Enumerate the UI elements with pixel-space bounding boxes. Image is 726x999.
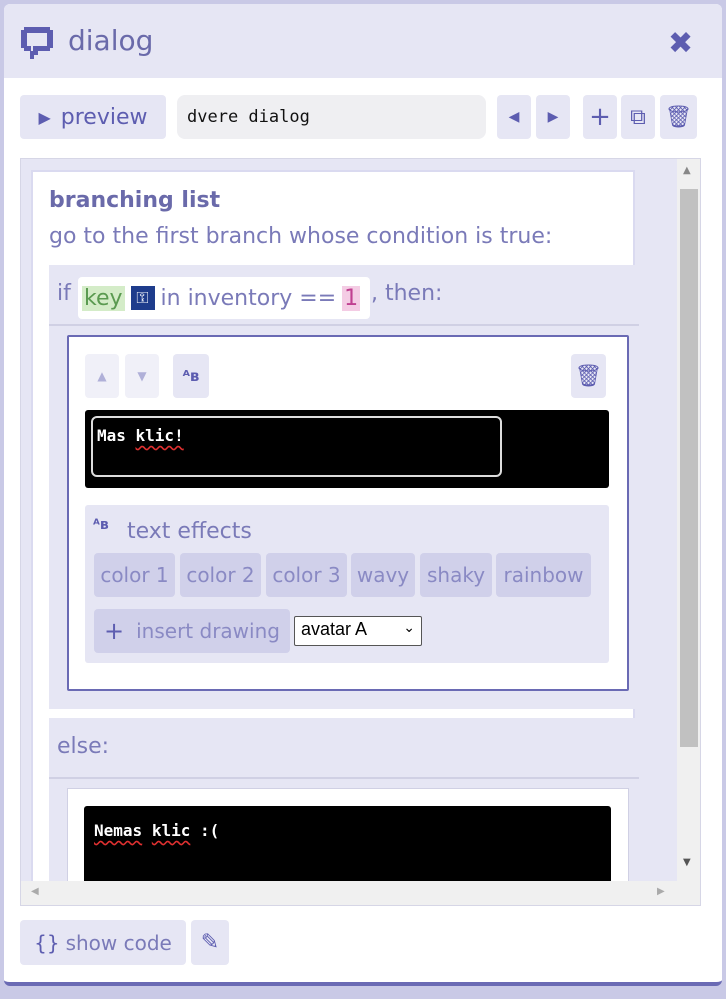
next-button[interactable]: ▶ <box>536 95 570 139</box>
scroll-left-icon[interactable]: ◀ <box>31 886 39 897</box>
move-down-button[interactable]: ▼ <box>125 354 159 398</box>
preview-label: preview <box>60 104 148 130</box>
if-label: if <box>57 281 71 306</box>
plus-icon: + <box>104 617 125 645</box>
prev-button[interactable]: ◀ <box>497 95 531 139</box>
then-label: , then: <box>371 281 443 306</box>
divider <box>49 777 639 779</box>
text-effects-panel: ᴬʙ text effects color 1 color 2 color 3 … <box>85 505 609 663</box>
next-icon: ▶ <box>547 109 559 125</box>
show-code-button[interactable]: {} show code <box>20 920 186 965</box>
copy-icon: ⧉ <box>630 104 646 130</box>
close-icon[interactable]: ✖ <box>668 26 693 61</box>
preview-icon: ▶ <box>38 107 51 127</box>
insert-drawing-button[interactable]: + insert drawing <box>94 609 290 653</box>
text-effects-icon: ᴬʙ <box>182 367 200 385</box>
scroll-right-icon[interactable]: ▶ <box>657 886 665 897</box>
dialog-block: ▲ ▼ ᴬʙ 🗑 Mas klic! ᴬʙ text effects color… <box>67 335 629 691</box>
up-icon: ▲ <box>97 369 107 383</box>
chevron-down-icon: ⌄ <box>403 619 415 635</box>
scroll-up-icon[interactable]: ▲ <box>683 165 691 176</box>
vertical-scroll-thumb[interactable] <box>680 189 698 747</box>
code-braces-icon: {} <box>34 930 60 955</box>
edit-button[interactable]: ✎ <box>191 920 229 965</box>
effects-row: color 1 color 2 color 3 wavy shaky rainb… <box>94 553 604 597</box>
text-effects-icon: ᴬʙ <box>93 517 109 533</box>
branching-list-card: branching list go to the first branch wh… <box>31 170 647 905</box>
delete-button[interactable]: 🗑 <box>660 95 697 139</box>
window-title: dialog <box>68 24 154 57</box>
scroll-down-icon[interactable]: ▼ <box>683 857 691 868</box>
delete-dialog-button[interactable]: 🗑 <box>571 354 606 398</box>
preview-button[interactable]: ▶ preview <box>20 95 166 139</box>
text-effects-label: text effects <box>127 519 252 544</box>
horizontal-scrollbar[interactable]: ◀ ▶ <box>21 881 700 905</box>
drawing-select[interactable]: avatar A ⌄ <box>294 616 422 646</box>
effect-rainbow-button[interactable]: rainbow <box>496 553 591 597</box>
effect-shaky-button[interactable]: shaky <box>420 553 492 597</box>
dialog-text-area[interactable]: Mas klic! <box>85 410 609 488</box>
show-code-label: show code <box>65 930 172 955</box>
branching-subtitle: go to the first branch whose condition i… <box>49 224 553 249</box>
dialog-name-input[interactable]: dvere dialog <box>177 95 486 139</box>
trash-icon: 🗑 <box>664 104 693 130</box>
down-icon: ▼ <box>137 369 147 383</box>
plus-icon: + <box>589 102 611 132</box>
window-header: dialog ✖ <box>4 4 722 78</box>
branching-title: branching list <box>49 188 221 213</box>
vertical-scrollbar[interactable]: ▲ ▼ <box>677 159 700 881</box>
effect-wavy-button[interactable]: wavy <box>351 553 415 597</box>
script-scroll-area: branching list go to the first branch wh… <box>20 158 701 906</box>
dialog-text[interactable]: Mas klic! <box>91 416 502 477</box>
insert-drawing-label: insert drawing <box>136 619 280 643</box>
else-branch: else: Nemas klic :( <box>49 718 647 905</box>
pencil-icon: ✎ <box>200 930 220 955</box>
key-icon: ⚿ <box>130 286 155 310</box>
dialog-window: dialog ✖ ▶ preview dvere dialog ◀ ▶ + ⧉ 🗑… <box>4 4 722 986</box>
effect-color-2-button[interactable]: color 2 <box>180 553 261 597</box>
trash-icon: 🗑 <box>574 363 603 389</box>
if-branch: if key ⚿ in inventory == 1 , then: ▲ ▼ ᴬ… <box>49 265 647 709</box>
effect-color-1-button[interactable]: color 1 <box>94 553 175 597</box>
text-effects-toggle[interactable]: ᴬʙ <box>173 354 209 398</box>
condition-expression[interactable]: key ⚿ in inventory == 1 <box>78 277 370 319</box>
item-name[interactable]: key <box>82 285 125 311</box>
condition-operator: in inventory == <box>160 285 337 311</box>
duplicate-button[interactable]: ⧉ <box>621 95 655 139</box>
else-label: else: <box>57 734 110 759</box>
divider <box>49 324 639 326</box>
dialog-icon <box>21 27 53 59</box>
prev-icon: ◀ <box>508 109 520 125</box>
move-up-button[interactable]: ▲ <box>85 354 119 398</box>
condition-value[interactable]: 1 <box>342 285 361 311</box>
effect-color-3-button[interactable]: color 3 <box>266 553 347 597</box>
add-button[interactable]: + <box>583 95 617 139</box>
